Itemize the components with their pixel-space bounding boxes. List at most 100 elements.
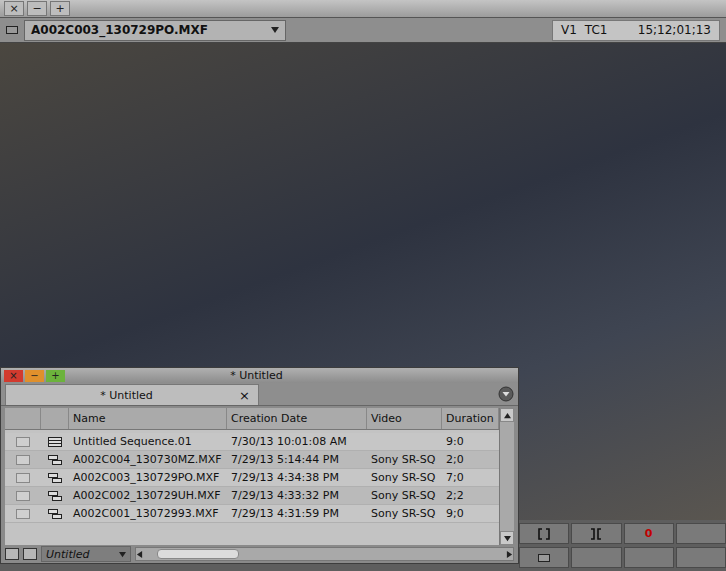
row-marker bbox=[16, 473, 30, 483]
monitor-icon bbox=[6, 25, 18, 35]
icon-cell bbox=[41, 487, 69, 504]
row-marker-cell bbox=[5, 433, 41, 450]
date-cell: 7/30/13 10:01:08 AM bbox=[227, 433, 367, 450]
horizontal-scrollbar[interactable] bbox=[135, 547, 514, 561]
timecode-display[interactable]: V1 TC1 15;12;01;13 bbox=[552, 20, 720, 41]
bin-row[interactable]: Untitled Sequence.017/30/13 10:01:08 AM 9… bbox=[5, 433, 499, 451]
row-marker-cell bbox=[5, 505, 41, 522]
clip-dropdown[interactable]: A002C003_130729PO.MXF bbox=[24, 20, 286, 41]
bin-window[interactable]: ×−+* Untitled* Untitled×NameCreation Dat… bbox=[0, 367, 519, 564]
column-header bbox=[41, 408, 69, 429]
name-cell: A002C002_130729UH.MXF bbox=[69, 487, 227, 504]
clip-icon bbox=[48, 509, 62, 519]
duration-cell: 7;0 bbox=[442, 469, 499, 486]
column-header bbox=[5, 408, 41, 429]
duration-cell: 2;0 bbox=[442, 451, 499, 468]
name-cell: Untitled Sequence.01 bbox=[69, 433, 227, 450]
duration-cell: 9;0 bbox=[442, 505, 499, 522]
row-marker-cell bbox=[5, 469, 41, 486]
mark-out-button[interactable] bbox=[571, 523, 621, 544]
monitor-icon bbox=[538, 553, 550, 563]
sequence-icon bbox=[48, 437, 62, 447]
video-cell bbox=[367, 433, 442, 450]
app-window: ×−+A002C003_130729PO.MXFV1TC115;12;01;13… bbox=[0, 0, 726, 571]
bin-list-area: NameCreation DateVideoDuration Untitled S… bbox=[5, 408, 514, 545]
clip-icon bbox=[48, 473, 62, 483]
clip-name: A002C003_130729PO.MXF bbox=[31, 23, 265, 37]
right-arrow-icon[interactable] bbox=[506, 551, 513, 558]
menu-icon bbox=[498, 386, 514, 402]
column-header[interactable]: Video bbox=[367, 408, 442, 429]
duration-cell: 2;2 bbox=[442, 487, 499, 504]
bin-view-dropdown[interactable]: Untitled bbox=[41, 546, 131, 562]
column-header[interactable]: Name bbox=[69, 408, 227, 429]
name-cell: A002C004_130730MZ.MXF bbox=[69, 451, 227, 468]
bin-row[interactable]: A002C002_130729UH.MXF7/29/13 4:33:32 PMS… bbox=[5, 487, 499, 505]
bin-row[interactable]: A002C003_130729PO.MXF7/29/13 4:34:38 PMS… bbox=[5, 469, 499, 487]
tc-label: TC1 bbox=[585, 23, 608, 37]
control-button[interactable] bbox=[571, 547, 621, 568]
bin-title-bar[interactable]: ×−+* Untitled bbox=[1, 368, 518, 383]
bin-display-icon[interactable] bbox=[5, 548, 19, 560]
date-cell: 7/29/13 4:33:32 PM bbox=[227, 487, 367, 504]
bin-tab-bar: * Untitled× bbox=[1, 383, 518, 406]
tab-label: * Untitled bbox=[14, 389, 239, 402]
tab-close[interactable]: × bbox=[239, 388, 250, 403]
icon-cell bbox=[41, 451, 69, 468]
bin-tab[interactable]: * Untitled× bbox=[5, 384, 259, 405]
control-button[interactable] bbox=[676, 523, 726, 544]
row-marker bbox=[16, 437, 30, 447]
name-cell: A002C003_130729PO.MXF bbox=[69, 469, 227, 486]
column-header[interactable]: Creation Date bbox=[227, 408, 367, 429]
mark-in-icon bbox=[537, 528, 551, 540]
row-marker bbox=[16, 455, 30, 465]
video-cell: Sony SR-SQ bbox=[367, 469, 442, 486]
dropdown-arrow-icon[interactable] bbox=[119, 551, 126, 558]
down-arrow-icon[interactable] bbox=[504, 535, 511, 542]
bin-window-button[interactable]: × bbox=[4, 370, 23, 382]
counter-display: 0 bbox=[624, 523, 674, 544]
row-marker-cell bbox=[5, 487, 41, 504]
clip-bar: A002C003_130729PO.MXF V1 TC1 15;12;01;13 bbox=[0, 18, 726, 43]
scroll-down-button[interactable] bbox=[500, 531, 514, 545]
dropdown-arrow-icon[interactable] bbox=[271, 26, 279, 34]
timecode: 15;12;01;13 bbox=[638, 23, 711, 37]
control-button[interactable] bbox=[624, 547, 674, 568]
date-cell: 7/29/13 5:14:44 PM bbox=[227, 451, 367, 468]
bin-row[interactable]: A002C004_130730MZ.MXF7/29/13 5:14:44 PMS… bbox=[5, 451, 499, 469]
column-header-row: NameCreation DateVideoDuration bbox=[5, 408, 499, 430]
bin-window-button[interactable]: − bbox=[25, 370, 44, 382]
duration-cell: 9:0 bbox=[442, 433, 499, 450]
title-bar: ×−+ bbox=[0, 0, 726, 18]
window-button[interactable]: × bbox=[4, 1, 24, 16]
bin-row[interactable]: A002C001_13072993.MXF7/29/13 4:31:59 PMS… bbox=[5, 505, 499, 523]
window-button[interactable]: − bbox=[27, 1, 47, 16]
clip-icon bbox=[48, 491, 62, 501]
icon-cell bbox=[41, 469, 69, 486]
name-cell: A002C001_13072993.MXF bbox=[69, 505, 227, 522]
bin-menu-button[interactable] bbox=[498, 386, 514, 402]
video-cell: Sony SR-SQ bbox=[367, 451, 442, 468]
window-button[interactable]: + bbox=[50, 1, 70, 16]
monitor-toggle-button[interactable] bbox=[519, 547, 569, 568]
track-label: V1 bbox=[561, 23, 577, 37]
up-arrow-icon[interactable] bbox=[504, 412, 511, 419]
row-marker-cell bbox=[5, 451, 41, 468]
video-cell: Sony SR-SQ bbox=[367, 487, 442, 504]
mark-in-button[interactable] bbox=[519, 523, 569, 544]
row-marker bbox=[16, 509, 30, 519]
bin-footer: Untitled bbox=[1, 545, 518, 563]
bin-title: * Untitled bbox=[65, 369, 518, 382]
control-button[interactable] bbox=[676, 547, 726, 568]
vertical-scrollbar[interactable] bbox=[499, 408, 514, 545]
left-arrow-icon[interactable] bbox=[136, 551, 143, 558]
bin-view-icon[interactable] bbox=[23, 548, 37, 560]
date-cell: 7/29/13 4:31:59 PM bbox=[227, 505, 367, 522]
mark-out-icon bbox=[589, 528, 603, 540]
bin-list: NameCreation DateVideoDuration Untitled S… bbox=[5, 408, 499, 545]
video-cell: Sony SR-SQ bbox=[367, 505, 442, 522]
scroll-thumb[interactable] bbox=[157, 549, 239, 559]
bin-window-button[interactable]: + bbox=[46, 370, 65, 382]
scroll-up-button[interactable] bbox=[500, 408, 514, 422]
column-header[interactable]: Duration bbox=[442, 408, 499, 429]
